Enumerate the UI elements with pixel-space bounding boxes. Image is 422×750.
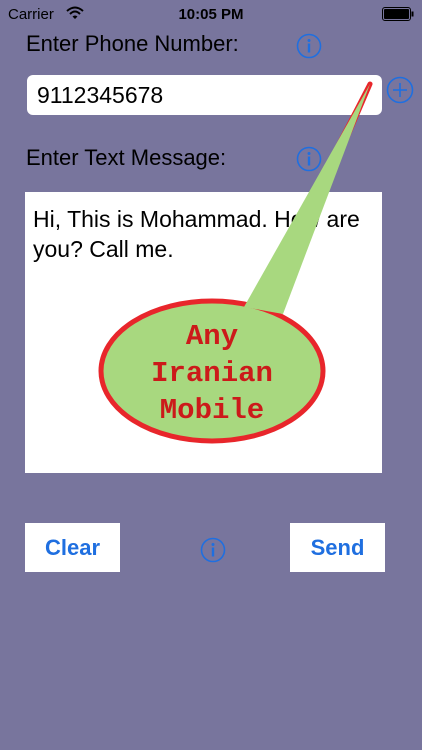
send-button[interactable]: Send <box>290 523 385 572</box>
phone-number-label: Enter Phone Number: <box>26 31 239 56</box>
callout-text: Any Iranian Mobile <box>100 318 324 429</box>
text-message-label: Enter Text Message: <box>26 145 227 170</box>
clear-button[interactable]: Clear <box>25 523 120 572</box>
clock: 10:05 PM <box>178 6 244 23</box>
battery-icon <box>382 7 414 21</box>
callout-line-3: Mobile <box>159 394 265 427</box>
callout-line-1: Any <box>185 320 239 353</box>
phone-number-input[interactable]: 9112345678 <box>27 75 382 115</box>
status-bar: Carrier 10:05 PM <box>0 0 422 30</box>
add-contact-icon[interactable] <box>386 76 414 104</box>
message-info-icon[interactable] <box>296 146 322 172</box>
phone-info-icon[interactable] <box>296 33 322 59</box>
callout-line-2: Iranian <box>151 357 273 390</box>
buttons-info-icon[interactable] <box>200 537 226 563</box>
